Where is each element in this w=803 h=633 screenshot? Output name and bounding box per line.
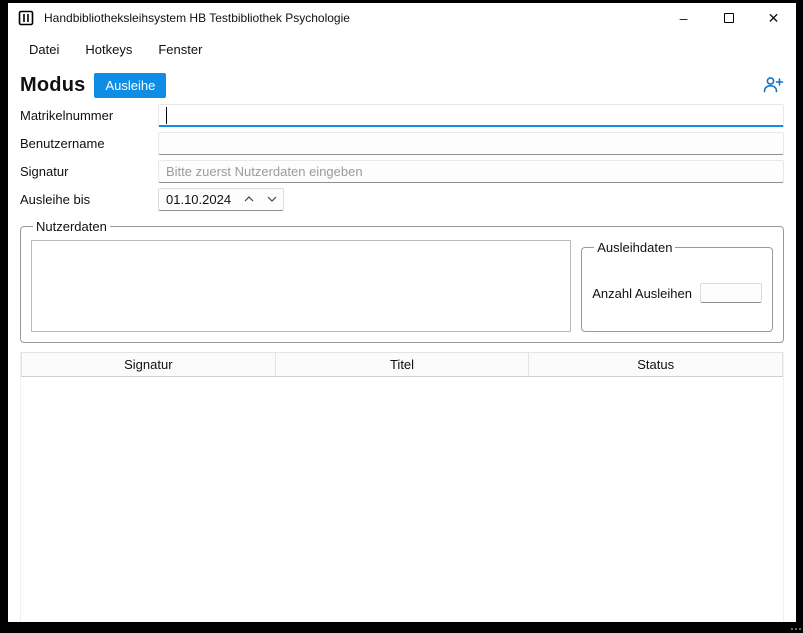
nutzerdaten-groupbox: Nutzerdaten Ausleihdaten Anzahl Ausleihe…	[20, 219, 784, 343]
menubar: Datei Hotkeys Fenster	[8, 33, 796, 65]
ausleihdaten-groupbox: Ausleihdaten Anzahl Ausleihen	[581, 240, 773, 332]
window-controls: – ✕	[661, 3, 796, 33]
signatur-row: Signatur	[20, 159, 784, 183]
date-value[interactable]: 01.10.2024	[159, 189, 237, 210]
menu-item-fenster[interactable]: Fenster	[145, 36, 215, 63]
content-area: Modus Ausleihe Matrikelnummer Benutzerna…	[8, 65, 796, 622]
column-header-signatur[interactable]: Signatur	[21, 353, 276, 376]
chevron-down-icon[interactable]	[260, 189, 283, 210]
close-icon[interactable]: ✕	[751, 3, 796, 33]
ausleihe-bis-label: Ausleihe bis	[20, 192, 158, 207]
matrikelnummer-input[interactable]	[158, 104, 784, 127]
maximize-icon[interactable]	[706, 3, 751, 33]
results-table: Signatur Titel Status	[20, 352, 784, 622]
menu-item-datei[interactable]: Datei	[16, 36, 72, 63]
resize-grip[interactable]	[790, 621, 802, 631]
ausleihe-bis-row: Ausleihe bis 01.10.2024	[20, 187, 784, 211]
signatur-input[interactable]	[158, 160, 784, 183]
text-caret	[166, 107, 167, 124]
titlebar: Handbibliotheksleihsystem HB Testbibliot…	[8, 3, 796, 33]
benutzername-label: Benutzername	[20, 136, 158, 151]
matrikelnummer-row: Matrikelnummer	[20, 103, 784, 127]
mode-heading: Modus	[20, 74, 85, 97]
maximize-glyph	[724, 13, 734, 23]
matrikelnummer-label: Matrikelnummer	[20, 108, 158, 123]
column-header-titel[interactable]: Titel	[276, 353, 530, 376]
benutzername-row: Benutzername	[20, 131, 784, 155]
window-title: Handbibliotheksleihsystem HB Testbibliot…	[44, 11, 661, 25]
date-spinner: 01.10.2024	[158, 188, 284, 211]
add-user-icon[interactable]	[762, 75, 784, 95]
menu-item-hotkeys[interactable]: Hotkeys	[72, 36, 145, 63]
nutzerdaten-title: Nutzerdaten	[33, 219, 110, 234]
anzahl-ausleihen-label: Anzahl Ausleihen	[592, 286, 692, 301]
benutzername-input[interactable]	[158, 132, 784, 155]
app-window: Handbibliotheksleihsystem HB Testbibliot…	[8, 3, 796, 622]
anzahl-ausleihen-input[interactable]	[700, 283, 762, 303]
app-icon	[18, 10, 34, 26]
column-header-status[interactable]: Status	[529, 353, 783, 376]
mode-row: Modus Ausleihe	[20, 67, 784, 103]
signatur-label: Signatur	[20, 164, 158, 179]
chevron-up-icon[interactable]	[237, 189, 260, 210]
ausleihdaten-title: Ausleihdaten	[594, 240, 675, 255]
minimize-icon[interactable]: –	[661, 3, 706, 33]
nutzerdaten-textarea[interactable]	[31, 240, 571, 332]
ausleihe-mode-button[interactable]: Ausleihe	[94, 73, 166, 98]
table-header-row: Signatur Titel Status	[21, 352, 783, 377]
table-body	[21, 377, 783, 622]
